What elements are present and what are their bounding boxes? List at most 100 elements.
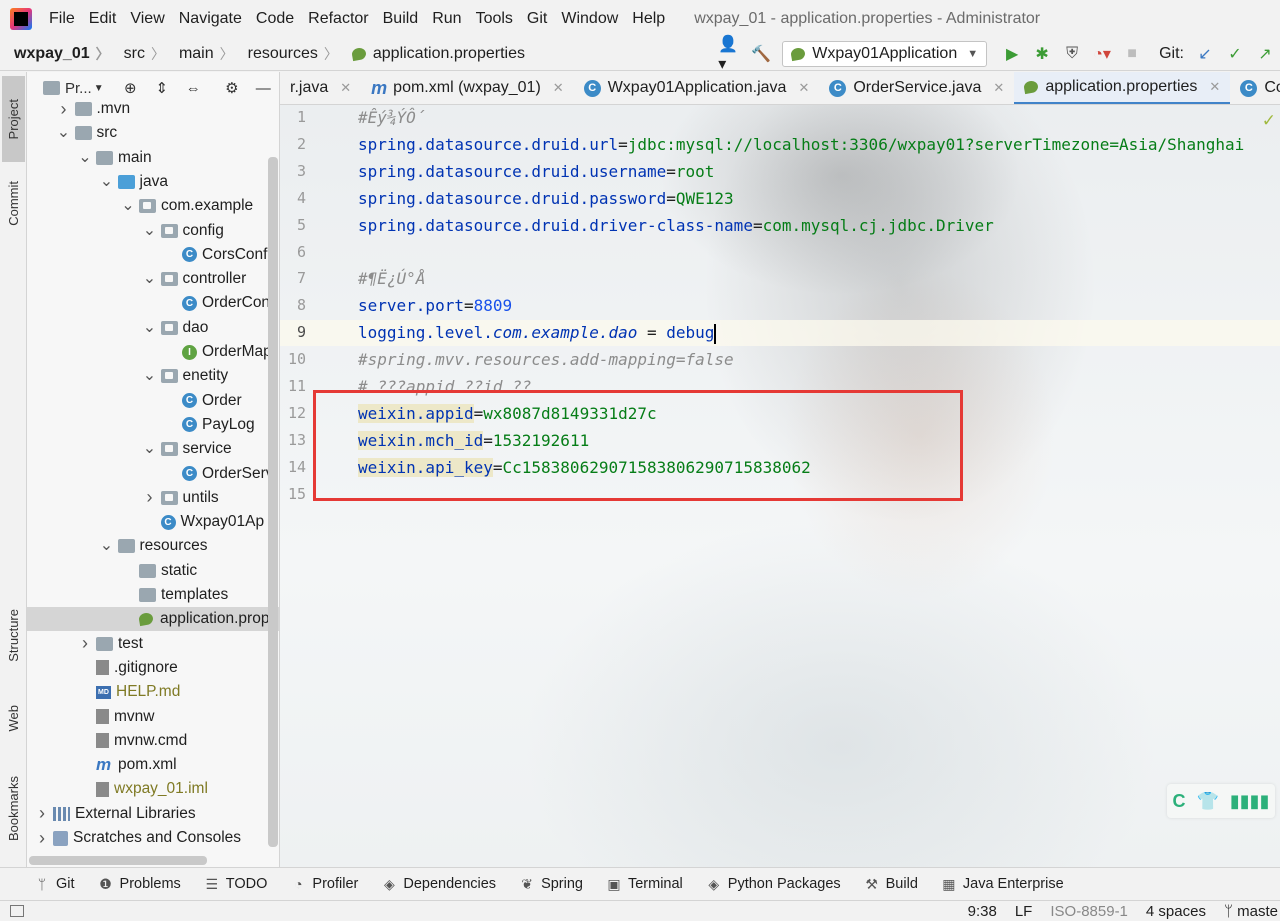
- tool-tab-structure[interactable]: Structure: [2, 594, 25, 676]
- tool-python-packages[interactable]: ◈ Python Packages: [706, 876, 840, 893]
- menu-run[interactable]: Run: [425, 10, 468, 28]
- git-commit-icon[interactable]: ✓: [1222, 42, 1248, 66]
- project-view-select[interactable]: Pr...: [65, 80, 92, 97]
- chevron-down-icon[interactable]: ⌄: [78, 149, 92, 165]
- tree-item[interactable]: m pom.xml: [27, 753, 279, 777]
- git-push-icon[interactable]: ↗: [1252, 42, 1278, 66]
- tree-item[interactable]: C Wxpay01Ap: [27, 510, 279, 534]
- menu-edit[interactable]: Edit: [82, 10, 124, 28]
- tree-item[interactable]: › test: [27, 632, 279, 656]
- chevron-down-icon[interactable]: ⌄: [57, 125, 71, 141]
- menu-git[interactable]: Git: [520, 10, 554, 28]
- tree-item[interactable]: C PayLog: [27, 413, 279, 437]
- tool-problems[interactable]: ❶ Problems: [98, 876, 181, 893]
- chevron-right-icon[interactable]: ›: [57, 99, 71, 120]
- tree-item[interactable]: ⌄ config: [27, 219, 279, 243]
- tree-item[interactable]: mvnw.cmd: [27, 729, 279, 753]
- tool-todo[interactable]: ☰ TODO: [204, 876, 268, 893]
- run-icon[interactable]: ▶: [999, 42, 1025, 66]
- tool-windows-toggle-icon[interactable]: [10, 905, 24, 917]
- tree-item[interactable]: ⌄ controller: [27, 267, 279, 291]
- menu-tools[interactable]: Tools: [469, 10, 520, 28]
- tree-item[interactable]: .gitignore: [27, 656, 279, 680]
- menu-code[interactable]: Code: [249, 10, 301, 28]
- breadcrumb-project[interactable]: wxpay_01 〉: [0, 44, 114, 64]
- tree-item[interactable]: ⌄ com.example: [27, 194, 279, 218]
- floating-widget[interactable]: C 👕 ▮▮▮▮: [1167, 784, 1275, 818]
- profiler-icon[interactable]: ◔▾: [1089, 42, 1115, 66]
- tree-item[interactable]: ⌄ src: [27, 121, 279, 145]
- menu-window[interactable]: Window: [554, 10, 625, 28]
- chevron-right-icon[interactable]: ›: [35, 828, 49, 849]
- tree-item[interactable]: › untils: [27, 486, 279, 510]
- tree-item[interactable]: C OrderCon: [27, 291, 279, 315]
- tab-application-properties[interactable]: application.properties ✕: [1014, 72, 1231, 104]
- tab-wxpay01application[interactable]: C Wxpay01Application.java ✕: [574, 72, 820, 104]
- tree-item[interactable]: ⌄ main: [27, 146, 279, 170]
- menu-help[interactable]: Help: [625, 10, 672, 28]
- chevron-right-icon[interactable]: ›: [35, 803, 49, 824]
- close-icon[interactable]: ✕: [553, 80, 564, 96]
- file-encoding[interactable]: ISO-8859-1: [1050, 903, 1128, 920]
- chevron-down-icon[interactable]: ⌄: [143, 271, 157, 287]
- user-icon[interactable]: 👤▾: [718, 36, 744, 73]
- tree-item[interactable]: › Scratches and Consoles: [27, 826, 279, 850]
- chevron-down-icon[interactable]: ⌄: [100, 538, 114, 554]
- tool-tab-project[interactable]: Project: [2, 76, 25, 162]
- tree-item[interactable]: › .mvn: [27, 97, 279, 121]
- hammer-build-icon[interactable]: 🔨: [748, 42, 774, 66]
- tool-dependencies[interactable]: ◈ Dependencies: [381, 876, 496, 893]
- vertical-scrollbar[interactable]: [268, 157, 278, 847]
- close-icon[interactable]: ✕: [340, 80, 351, 96]
- tree-item[interactable]: ⌄ dao: [27, 316, 279, 340]
- line-separator[interactable]: LF: [1015, 903, 1033, 920]
- tool-profiler[interactable]: ◔ Profiler: [290, 876, 358, 892]
- stop-icon[interactable]: ■: [1119, 42, 1145, 66]
- tree-item[interactable]: ⌄ resources: [27, 534, 279, 558]
- tool-git[interactable]: ᛘ Git: [34, 876, 75, 892]
- tab-pom-xml[interactable]: m pom.xml (wxpay_01) ✕: [361, 72, 574, 104]
- tree-item[interactable]: ⌄ service: [27, 437, 279, 461]
- tool-terminal[interactable]: ▣ Terminal: [606, 876, 682, 893]
- tool-java-enterprise[interactable]: ▦ Java Enterprise: [941, 876, 1063, 893]
- menu-navigate[interactable]: Navigate: [172, 10, 249, 28]
- tab-corsconfig[interactable]: C CorsC: [1230, 72, 1280, 104]
- tree-item[interactable]: static: [27, 559, 279, 583]
- tree-item[interactable]: C Order: [27, 389, 279, 413]
- tree-item[interactable]: I OrderMap: [27, 340, 279, 364]
- tree-item[interactable]: templates: [27, 583, 279, 607]
- tool-tab-commit[interactable]: Commit: [2, 167, 25, 239]
- debug-icon[interactable]: ✱: [1029, 42, 1055, 66]
- breadcrumb-src[interactable]: src 〉: [114, 44, 169, 64]
- tool-tab-bookmarks[interactable]: Bookmarks: [2, 762, 25, 856]
- tree-item[interactable]: › External Libraries: [27, 802, 279, 826]
- indent-setting[interactable]: 4 spaces: [1146, 903, 1206, 920]
- tree-item[interactable]: wxpay_01.iml: [27, 777, 279, 801]
- close-icon[interactable]: ✕: [1209, 79, 1220, 95]
- horizontal-scrollbar[interactable]: [29, 856, 207, 865]
- git-branch[interactable]: ᛘ maste: [1224, 903, 1278, 920]
- menu-file[interactable]: File: [42, 10, 82, 28]
- git-update-icon[interactable]: ↙: [1192, 42, 1218, 66]
- tab-orderservice[interactable]: C OrderService.java ✕: [819, 72, 1014, 104]
- close-icon[interactable]: ✕: [993, 80, 1004, 96]
- chevron-down-icon[interactable]: ⌄: [143, 222, 157, 238]
- tool-spring[interactable]: ❦ Spring: [519, 876, 583, 893]
- breadcrumb-file[interactable]: application.properties: [342, 45, 529, 63]
- close-icon[interactable]: ✕: [798, 80, 809, 96]
- menu-view[interactable]: View: [123, 10, 171, 28]
- tree-item[interactable]: mvnw: [27, 705, 279, 729]
- chevron-right-icon[interactable]: ›: [78, 633, 92, 654]
- breadcrumb-main[interactable]: main 〉: [169, 44, 238, 64]
- tree-item[interactable]: MD HELP.md: [27, 680, 279, 704]
- tree-item[interactable]: C CorsConfi: [27, 243, 279, 267]
- chevron-right-icon[interactable]: ›: [143, 487, 157, 508]
- tree-item[interactable]: ⌄ java: [27, 170, 279, 194]
- tree-item[interactable]: C OrderServ: [27, 462, 279, 486]
- caret-position[interactable]: 9:38: [968, 903, 997, 920]
- run-configuration-select[interactable]: Wxpay01Application ▼: [782, 41, 988, 67]
- tool-tab-web[interactable]: Web: [2, 690, 25, 746]
- tool-build[interactable]: ⚒ Build: [864, 876, 918, 893]
- chevron-down-icon[interactable]: ⌄: [143, 319, 157, 335]
- tab-controller-java[interactable]: r.java ✕: [280, 72, 361, 104]
